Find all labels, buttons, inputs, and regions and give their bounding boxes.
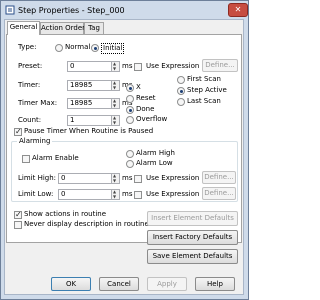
count-input[interactable]: 1	[67, 115, 112, 126]
step-icon	[5, 5, 15, 15]
ok-button[interactable]: OK	[51, 277, 91, 291]
status-last-scan-label: Last Scan	[187, 97, 221, 105]
never-display-checkbox[interactable]	[14, 221, 22, 229]
limit-high-use-expression-checkbox[interactable]	[134, 175, 142, 183]
type-initial-radio[interactable]	[91, 44, 99, 52]
preset-spinner[interactable]	[112, 61, 120, 72]
limit-low-unit: ms	[122, 190, 133, 198]
timer-label: Timer:	[18, 81, 41, 89]
show-actions-label: Show actions in routine	[24, 210, 107, 218]
status-first-scan-indicator	[177, 76, 185, 84]
status-last-scan-indicator	[177, 98, 185, 106]
tab-tag-label: Tag	[88, 24, 100, 32]
pause-timer-label: Pause Timer When Routine is Paused	[24, 127, 154, 135]
close-icon: ✕	[234, 5, 242, 14]
save-element-defaults-button[interactable]: Save Element Defaults	[147, 249, 238, 264]
status-overflow-label: Overflow	[136, 115, 168, 123]
insert-factory-defaults-button[interactable]: Insert Factory Defaults	[147, 230, 238, 245]
count-spinner[interactable]	[112, 115, 120, 126]
alarm-high-indicator	[126, 150, 134, 158]
preset-use-expression-checkbox[interactable]	[134, 63, 142, 71]
limit-low-spinner[interactable]	[112, 189, 120, 200]
status-first-scan-label: First Scan	[187, 75, 221, 83]
limit-high-use-expression-label: Use Expression	[146, 174, 200, 182]
help-button[interactable]: Help	[195, 277, 235, 291]
never-display-label: Never display description in routine	[24, 220, 149, 228]
type-initial-label: Initial	[101, 43, 125, 54]
alarm-low-label: Alarm Low	[136, 159, 173, 167]
status-x-label: X	[136, 83, 141, 91]
apply-button[interactable]: Apply	[147, 277, 187, 291]
timer-max-input[interactable]: 18985	[67, 98, 112, 109]
limit-low-use-expression-label: Use Expression	[146, 190, 200, 198]
type-normal-radio[interactable]	[55, 44, 63, 52]
preset-input[interactable]: 0	[67, 61, 112, 72]
limit-high-spinner[interactable]	[112, 173, 120, 184]
cancel-button[interactable]: Cancel	[99, 277, 139, 291]
alarm-high-label: Alarm High	[136, 149, 175, 157]
title-bar[interactable]: Step Properties - Step_000 ✕	[2, 2, 248, 20]
window-title: Step Properties - Step_000	[18, 6, 125, 15]
preset-unit: ms	[122, 62, 133, 70]
limit-low-input[interactable]: 0	[58, 189, 112, 200]
tab-action-order[interactable]: Action Order	[40, 22, 86, 34]
status-x-indicator	[126, 84, 134, 92]
timer-input[interactable]: 18985	[67, 80, 112, 91]
alarm-low-indicator	[126, 160, 134, 168]
limit-high-define-button[interactable]: Define...	[202, 171, 236, 184]
tab-general-label: General	[9, 23, 38, 31]
timer-max-label: Timer Max:	[18, 99, 58, 107]
limit-low-define-button[interactable]: Define...	[202, 187, 236, 200]
tab-general[interactable]: General	[7, 21, 40, 35]
type-label: Type:	[18, 43, 37, 51]
close-button[interactable]: ✕	[228, 3, 248, 17]
tab-action-order-label: Action Order	[41, 24, 86, 32]
status-done-indicator	[126, 106, 134, 114]
limit-high-unit: ms	[122, 174, 133, 182]
preset-define-button[interactable]: Define...	[202, 59, 238, 72]
type-normal-label: Normal	[65, 43, 91, 51]
limit-low-label: Limit Low:	[18, 190, 54, 198]
preset-use-expression-label: Use Expression	[146, 62, 200, 70]
show-actions-checkbox[interactable]	[14, 210, 22, 219]
count-label: Count:	[18, 116, 42, 124]
preset-label: Preset:	[18, 62, 43, 70]
timer-spinner[interactable]	[112, 80, 120, 91]
status-done-label: Done	[136, 105, 155, 113]
status-reset-label: Reset	[136, 94, 156, 102]
limit-high-input[interactable]: 0	[58, 173, 112, 184]
limit-high-label: Limit High:	[18, 174, 57, 182]
status-reset-indicator	[126, 95, 134, 103]
pause-timer-checkbox[interactable]	[14, 127, 22, 136]
status-step-active-indicator	[177, 87, 185, 95]
alarm-enable-label: Alarm Enable	[32, 154, 79, 162]
tab-tag[interactable]: Tag	[84, 22, 104, 34]
alarming-group-title: Alarming	[17, 137, 53, 145]
timer-max-spinner[interactable]	[112, 98, 120, 109]
status-step-active-label: Step Active	[187, 86, 227, 94]
alarm-enable-checkbox[interactable]	[22, 155, 30, 163]
status-overflow-indicator	[126, 116, 134, 124]
insert-element-defaults-button[interactable]: Insert Element Defaults	[147, 211, 238, 226]
limit-low-use-expression-checkbox[interactable]	[134, 191, 142, 199]
